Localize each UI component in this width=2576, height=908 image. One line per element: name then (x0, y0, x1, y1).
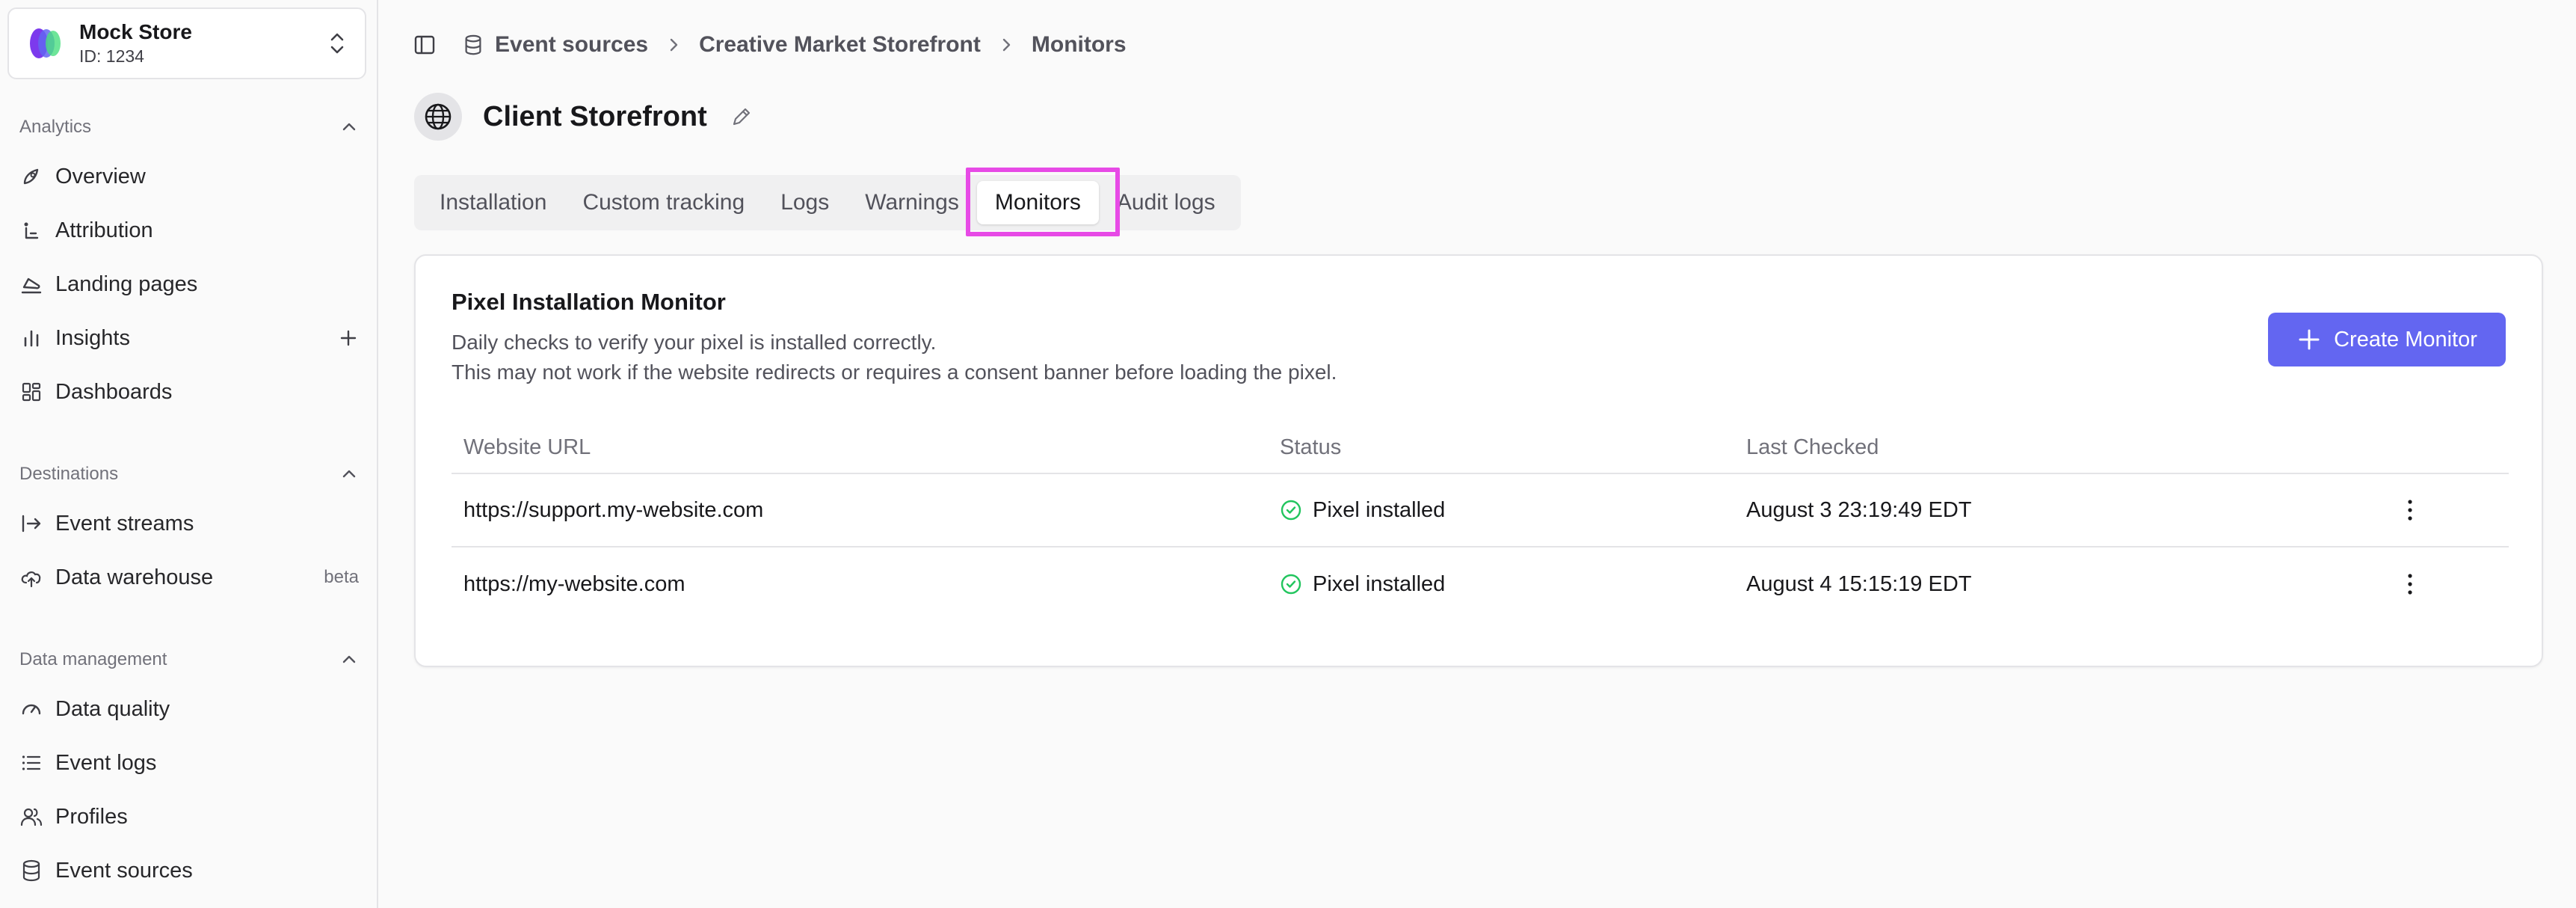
main-content: Event sources Creative Market Storefront… (378, 0, 2576, 908)
tab-bar: Installation Custom tracking Logs Warnin… (414, 175, 1241, 230)
tab-warnings[interactable]: Warnings (847, 181, 977, 224)
breadcrumb-event-sources[interactable]: Event sources (495, 32, 648, 58)
create-monitor-label: Create Monitor (2334, 327, 2477, 352)
breadcrumb-storefront[interactable]: Creative Market Storefront (699, 32, 981, 58)
breadcrumb-monitors: Monitors (1031, 32, 1127, 57)
store-name: Mock Store (79, 20, 192, 43)
arrow-right-icon (22, 515, 41, 533)
bar-chart-icon (24, 330, 39, 347)
sidebar-item-label: Profiles (55, 804, 128, 829)
sidebar: Mock Store ID: 1234 Analytics Overview A… (0, 0, 378, 908)
tab-installation[interactable]: Installation (422, 181, 564, 224)
plus-icon[interactable] (338, 328, 359, 349)
sidebar-item-insights[interactable]: Insights (12, 316, 366, 361)
page-header: Client Storefront (414, 93, 754, 141)
sidebar-item-overview[interactable]: Overview (12, 154, 366, 199)
sidebar-item-label: Dashboards (55, 379, 173, 404)
sidebar-item-label: Insights (55, 325, 130, 350)
attribution-icon (24, 222, 39, 239)
sidebar-toggle-icon[interactable] (413, 33, 437, 57)
status-cell: Pixel installed (1280, 547, 1445, 621)
sidebar-item-data-quality[interactable]: Data quality (12, 687, 366, 731)
table-row: https://support.my-website.com Pixel ins… (452, 474, 2509, 547)
chevron-up-icon (342, 123, 356, 131)
chevron-up-down-icon (330, 33, 344, 54)
column-header-status: Status (1280, 435, 1342, 459)
users-icon (20, 808, 43, 826)
card-description-note: This may not work if the website redirec… (452, 361, 1337, 384)
list-icon (22, 755, 41, 770)
section-label: Analytics (19, 117, 92, 137)
more-vertical-icon (2408, 574, 2412, 595)
check-circle-icon (1281, 500, 1301, 521)
status-cell: Pixel installed (1280, 474, 1445, 546)
pencil-icon[interactable] (730, 105, 754, 129)
sidebar-item-label: Overview (55, 164, 146, 188)
status-text: Pixel installed (1313, 571, 1446, 596)
chevron-up-icon (342, 470, 356, 478)
sidebar-item-label: Event streams (55, 511, 194, 536)
row-menu-button[interactable] (2395, 474, 2425, 546)
sidebar-item-label: Event logs (55, 750, 157, 775)
sidebar-item-event-logs[interactable]: Event logs (12, 740, 366, 785)
last-checked: August 3 23:19:49 EDT (1746, 497, 1972, 522)
sidebar-item-data-warehouse[interactable]: Data warehouse beta (12, 555, 366, 600)
sidebar-item-event-sources[interactable]: Event sources (12, 848, 366, 893)
tab-custom-tracking[interactable]: Custom tracking (564, 181, 762, 224)
tab-audit-logs[interactable]: Audit logs (1099, 181, 1233, 224)
pixel-monitor-card: Pixel Installation Monitor Daily checks … (414, 254, 2543, 667)
sidebar-item-label: Landing pages (55, 272, 198, 296)
chevron-right-icon (1002, 38, 1011, 52)
check-circle-icon (1281, 574, 1301, 595)
section-analytics[interactable]: Analytics (19, 112, 359, 142)
database-icon (22, 859, 40, 882)
sidebar-item-dashboards[interactable]: Dashboards (12, 369, 366, 414)
status-text: Pixel installed (1313, 497, 1446, 522)
store-switcher[interactable]: Mock Store ID: 1234 (7, 7, 366, 79)
more-vertical-icon (2408, 500, 2412, 521)
sidebar-item-attribution[interactable]: Attribution (12, 208, 366, 253)
chevron-right-icon (670, 38, 678, 52)
sidebar-item-label: Event sources (55, 858, 193, 883)
store-id: ID: 1234 (79, 46, 144, 66)
beta-badge: beta (324, 567, 359, 587)
page-title: Client Storefront (483, 100, 707, 132)
breadcrumb: Event sources Creative Market Storefront… (462, 27, 1127, 63)
chevron-up-icon (342, 655, 356, 663)
tab-monitors[interactable]: Monitors (976, 181, 1099, 224)
tab-logs[interactable]: Logs (762, 181, 847, 224)
sidebar-item-profiles[interactable]: Profiles (12, 794, 366, 839)
website-url: https://support.my-website.com (463, 497, 764, 522)
dashboard-icon (22, 382, 41, 402)
section-data-management[interactable]: Data management (19, 645, 359, 675)
card-title: Pixel Installation Monitor (452, 289, 726, 315)
sidebar-item-label: Data warehouse (55, 565, 214, 589)
section-label: Destinations (19, 464, 119, 484)
store-logo-icon (30, 28, 61, 58)
section-label: Data management (19, 649, 167, 669)
last-checked: August 4 15:15:19 EDT (1746, 571, 1972, 596)
sidebar-item-label: Data quality (55, 696, 170, 721)
sidebar-item-label: Attribution (55, 218, 153, 242)
sidebar-item-event-streams[interactable]: Event streams (12, 501, 366, 546)
globe-icon (425, 103, 452, 130)
section-destinations[interactable]: Destinations (19, 459, 359, 489)
landing-icon (21, 277, 42, 294)
table-header: Website URL Status Last Checked (452, 422, 2509, 474)
cloud-upload-icon (21, 571, 41, 588)
sidebar-item-landing-pages[interactable]: Landing pages (12, 262, 366, 307)
create-monitor-button[interactable]: Create Monitor (2268, 313, 2506, 366)
website-url: https://my-website.com (463, 571, 685, 596)
plus-icon (2299, 329, 2320, 350)
column-header-last-checked: Last Checked (1746, 435, 1879, 459)
card-description: Daily checks to verify your pixel is ins… (452, 331, 937, 354)
globe-avatar (414, 93, 462, 141)
monitor-table: Website URL Status Last Checked https://… (452, 422, 2509, 621)
table-row: https://my-website.com Pixel installed A… (452, 547, 2509, 621)
column-header-url: Website URL (463, 435, 591, 459)
database-icon (465, 34, 481, 55)
row-menu-button[interactable] (2395, 547, 2425, 621)
gauge-icon (22, 704, 41, 715)
rocket-icon (23, 168, 39, 185)
